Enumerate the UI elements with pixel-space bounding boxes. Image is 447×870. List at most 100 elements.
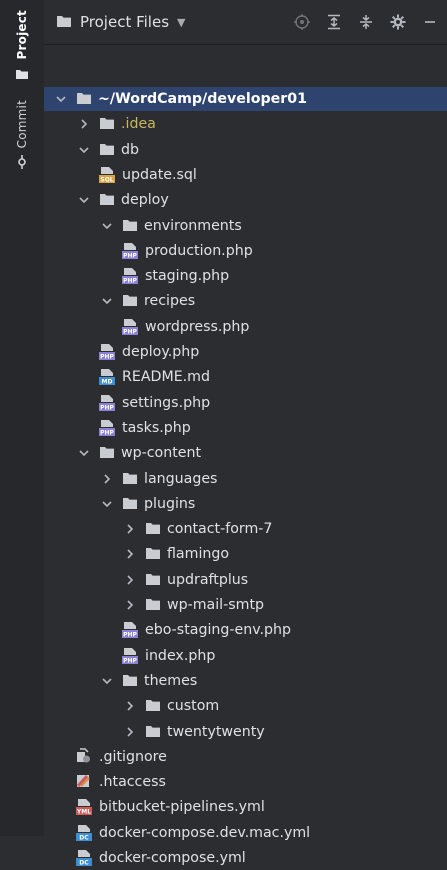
folder-icon [99,116,115,132]
chevron-right-icon[interactable] [123,522,137,536]
commit-tool-tab[interactable]: Commit [6,100,38,173]
tree-file-row[interactable]: DC docker-compose.yml [44,846,246,870]
commit-tab-label: Commit [15,100,29,149]
folder-icon [145,521,161,537]
view-selector[interactable]: Project Files [80,13,169,31]
tree-item-label: plugins [144,495,196,512]
chevron-right-icon[interactable] [123,725,137,739]
chevron-down-icon[interactable] [77,193,91,207]
commit-icon [15,154,29,173]
folder-icon [145,546,161,562]
chevron-right-icon[interactable] [123,573,137,587]
tree-folder-row[interactable]: db [44,138,139,162]
tree-item-label: docker-compose.yml [99,850,246,866]
tree-folder-row[interactable]: updraftplus [44,568,248,592]
php-file-icon: PHP [121,242,139,260]
htaccess-file-icon [75,773,93,791]
locate-icon[interactable] [293,13,311,31]
folder-icon [145,597,161,613]
markdown-file-icon: MD [98,368,116,386]
tree-item-label: custom [167,698,220,715]
folder-icon [76,91,92,107]
tree-item-label: tasks.php [122,419,191,436]
gitignore-file-icon [75,748,93,766]
tree-folder-row[interactable]: custom [44,694,219,718]
tree-file-row[interactable]: SQL update.sql [44,163,197,187]
tree-file-row[interactable]: PHP deploy.php [44,340,199,364]
tree-file-row[interactable]: DC docker-compose.dev.mac.yml [44,821,310,845]
folder-icon [99,192,115,208]
svg-text:PHP: PHP [100,404,114,411]
tree-file-row[interactable]: PHP tasks.php [44,416,191,440]
tree-folder-row[interactable]: languages [44,467,217,491]
tree-folder-row[interactable]: recipes [44,289,195,313]
chevron-down-icon[interactable] [77,446,91,460]
chevron-down-icon[interactable] [77,143,91,157]
tree-item-label: languages [144,470,218,487]
tree-item-label: ebo-staging-env.php [145,622,292,639]
tree-file-row[interactable]: .gitignore [44,745,167,769]
tree-folder-row[interactable]: flamingo [44,542,229,566]
tree-item-label: recipes [144,293,196,310]
tree-folder-row[interactable]: ~/WordCamp/developer01 [44,87,447,111]
tree-item-label: db [121,141,140,158]
sql-file-icon: SQL [98,166,116,184]
tree-file-row[interactable]: .htaccess [44,770,166,794]
php-file-icon: PHP [121,621,139,639]
php-file-icon: PHP [98,343,116,361]
tree-file-row[interactable]: PHP ebo-staging-env.php [44,618,291,642]
tree-folder-row[interactable]: .idea [44,112,156,136]
php-file-icon: PHP [121,318,139,336]
tree-item-label: settings.php [122,394,211,411]
svg-text:PHP: PHP [123,328,137,335]
chevron-down-icon[interactable] [100,219,114,233]
chevron-down-icon[interactable] [100,674,114,688]
chevron-right-icon[interactable] [77,117,91,131]
tree-folder-row[interactable]: plugins [44,492,195,516]
tree-item-label: staging.php [145,268,230,285]
tree-folder-row[interactable]: themes [44,669,197,693]
expand-all-icon[interactable] [325,13,343,31]
chevron-right-icon[interactable] [123,598,137,612]
folder-icon [122,471,138,487]
tree-item-label: ~/WordCamp/developer01 [98,91,307,107]
chevron-down-icon[interactable]: ▼ [177,16,185,29]
tree-item-label: contact-form-7 [167,521,273,538]
tree-folder-row[interactable]: environments [44,214,242,238]
chevron-down-icon[interactable] [54,92,68,106]
svg-text:DC: DC [79,834,89,841]
tree-file-row[interactable]: YML bitbucket-pipelines.yml [44,795,265,819]
collapse-all-icon[interactable] [357,13,375,31]
tree-folder-row[interactable]: wp-mail-smtp [44,593,264,617]
chevron-down-icon[interactable] [100,497,114,511]
svg-text:PHP: PHP [100,429,114,436]
tree-file-row[interactable]: PHP index.php [44,644,215,668]
tree-folder-row[interactable]: wp-content [44,441,201,465]
tree-item-label: environments [144,217,242,234]
project-tool-tab[interactable]: Project [6,10,38,84]
tree-file-row[interactable]: PHP staging.php [44,264,229,288]
tree-file-row[interactable]: MD README.md [44,365,210,389]
minimize-icon[interactable] [421,13,439,31]
tree-folder-row[interactable]: contact-form-7 [44,517,272,541]
tree-item-label: deploy [121,192,169,209]
tree-item-label: update.sql [122,166,197,183]
tree-file-row[interactable]: PHP wordpress.php [44,315,249,339]
chevron-right-icon[interactable] [123,547,137,561]
tree-file-row[interactable]: PHP production.php [44,239,253,263]
folder-icon [122,218,138,234]
tree-folder-row[interactable]: deploy [44,188,169,212]
chevron-right-icon[interactable] [123,699,137,713]
chevron-down-icon[interactable] [100,294,114,308]
docker-compose-file-icon: DC [75,824,93,842]
tree-item-label: README.md [122,369,210,386]
folder-icon [99,445,115,461]
folder-icon [122,293,138,309]
chevron-right-icon[interactable] [100,472,114,486]
gear-icon[interactable] [389,13,407,31]
folder-icon [15,65,29,84]
svg-text:PHP: PHP [123,278,137,285]
tree-file-row[interactable]: PHP settings.php [44,391,210,415]
tree-folder-row[interactable]: twentytwenty [44,720,265,744]
yaml-file-icon: YML [75,798,93,816]
